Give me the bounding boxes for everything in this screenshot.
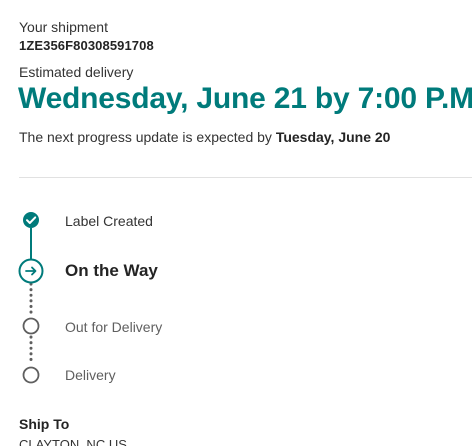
section-divider (19, 177, 472, 178)
next-update-prefix: The next progress update is expected by (19, 129, 272, 145)
ship-to-label: Ship To (19, 416, 70, 432)
check-circle-icon (23, 212, 39, 228)
tracking-number: 1ZE356F80308591708 (19, 38, 154, 53)
shipment-tracking-panel: Your shipment 1ZE356F80308591708 Estimat… (0, 0, 472, 446)
step-label-created: Label Created (65, 213, 153, 229)
empty-circle-icon (22, 317, 40, 335)
step-out-for-delivery: Out for Delivery (65, 319, 163, 335)
next-update-text: The next progress update is expected by … (19, 129, 390, 145)
estimated-delivery-label: Estimated delivery (19, 64, 134, 80)
step-delivery: Delivery (65, 367, 116, 383)
next-update-date: Tuesday, June 20 (275, 129, 391, 145)
step-on-the-way: On the Way (65, 261, 158, 280)
ship-to-address: CLAYTON, NC US (19, 437, 127, 446)
estimated-delivery-date: Wednesday, June 21 by 7:00 P.M. (18, 82, 472, 115)
your-shipment-label: Your shipment (19, 19, 108, 35)
empty-circle-icon (22, 366, 40, 384)
arrow-circle-icon (18, 258, 44, 284)
